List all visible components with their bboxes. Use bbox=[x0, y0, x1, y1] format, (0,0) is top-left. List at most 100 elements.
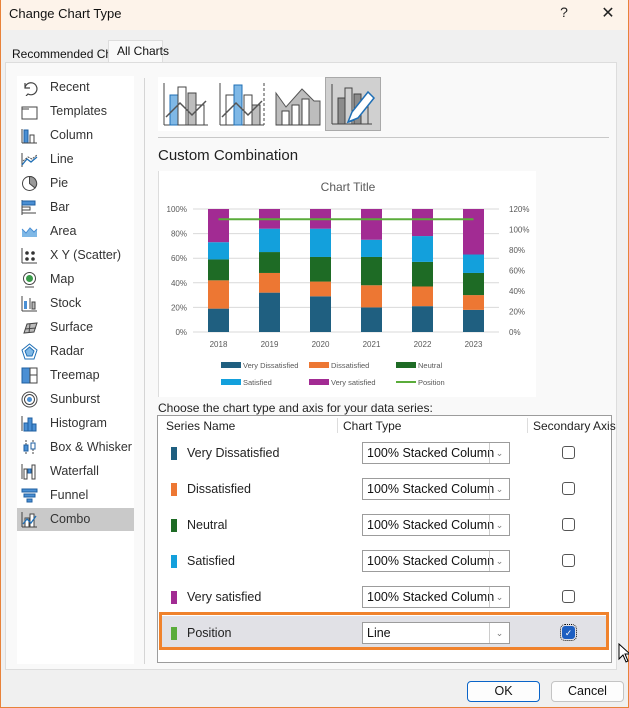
series-row[interactable]: Neutral 100% Stacked Column ⌄ bbox=[160, 508, 608, 542]
chevron-down-icon[interactable]: ⌄ bbox=[489, 587, 509, 607]
sidebar-item-column[interactable]: Column bbox=[17, 124, 134, 147]
sidebar-item-label: Radar bbox=[50, 344, 85, 358]
sidebar-item-treemap[interactable]: Treemap bbox=[17, 364, 134, 387]
x-tick-label: 2021 bbox=[363, 340, 381, 349]
series-row[interactable]: Very satisfied 100% Stacked Column ⌄ bbox=[160, 580, 608, 614]
sidebar-item-funnel[interactable]: Funnel bbox=[17, 484, 134, 507]
help-button[interactable]: ? bbox=[557, 4, 571, 22]
chart-type-dropdown[interactable]: 100% Stacked Column ⌄ bbox=[362, 442, 510, 464]
subtype-custom-combination[interactable] bbox=[325, 77, 381, 131]
subtype-stacked-area-column[interactable] bbox=[270, 77, 326, 131]
sidebar-item-map[interactable]: Map bbox=[17, 268, 134, 291]
secondary-axis-checkbox[interactable] bbox=[562, 518, 575, 531]
sidebar-item-label: Recent bbox=[50, 80, 90, 94]
series-color-swatch bbox=[171, 627, 177, 640]
series-row[interactable]: Satisfied 100% Stacked Column ⌄ bbox=[160, 544, 608, 578]
chart-type-dropdown[interactable]: 100% Stacked Column ⌄ bbox=[362, 586, 510, 608]
sidebar-item-waterfall[interactable]: Waterfall bbox=[17, 460, 134, 483]
bar-segment bbox=[310, 256, 331, 282]
sidebar-item-bar[interactable]: Bar bbox=[17, 196, 134, 219]
ok-button[interactable]: OK bbox=[467, 681, 540, 702]
column-chart-icon bbox=[21, 129, 37, 144]
sidebar-item-stock[interactable]: Stock bbox=[17, 292, 134, 315]
stock-chart-icon bbox=[21, 296, 37, 312]
legend-swatch bbox=[221, 362, 241, 368]
sidebar-item-label: Map bbox=[50, 272, 75, 286]
chart-type-dropdown[interactable]: Line ⌄ bbox=[362, 622, 510, 644]
waterfall-chart-icon bbox=[21, 464, 36, 480]
bar-segment bbox=[259, 228, 280, 253]
secondary-axis-checkbox[interactable] bbox=[562, 446, 575, 459]
subtype-clustered-column-line-secondary[interactable] bbox=[214, 77, 270, 131]
sidebar-item-templates[interactable]: Templates bbox=[17, 100, 134, 123]
y-tick-label: 0% bbox=[175, 328, 187, 337]
section-divider bbox=[158, 137, 609, 138]
sidebar-item-histogram[interactable]: Histogram bbox=[17, 412, 134, 435]
bar-segment bbox=[259, 292, 280, 332]
sidebar-item-line[interactable]: Line bbox=[17, 148, 134, 171]
legend-swatch bbox=[309, 379, 329, 385]
sidebar-item-label: Templates bbox=[50, 104, 107, 118]
sidebar-item-label: Bar bbox=[50, 200, 70, 214]
close-button[interactable]: ✕ bbox=[599, 3, 617, 23]
bar-segment bbox=[361, 239, 382, 257]
surface-chart-icon bbox=[23, 322, 38, 334]
chevron-down-icon[interactable]: ⌄ bbox=[489, 551, 509, 571]
legend-label: Neutral bbox=[418, 361, 443, 370]
sidebar-item-radar[interactable]: Radar bbox=[17, 340, 134, 363]
bar-segment bbox=[361, 285, 382, 308]
chevron-down-icon[interactable]: ⌄ bbox=[489, 515, 509, 535]
chart-svg: Chart Title 0% 20% 40% 60% 80% 100% 0% 20% 40% 60%… bbox=[167, 180, 530, 387]
templates-icon bbox=[21, 106, 38, 120]
change-chart-type-dialog: Change Chart Type ? ✕ Recommended Charts… bbox=[0, 0, 629, 708]
sidebar-item-pie[interactable]: Pie bbox=[17, 172, 134, 195]
legend-label: Dissatisfied bbox=[331, 361, 369, 370]
bar-segment bbox=[463, 209, 484, 255]
legend-swatch bbox=[396, 362, 416, 368]
legend-label: Satisfied bbox=[243, 378, 272, 387]
secondary-axis-checkbox[interactable] bbox=[562, 482, 575, 495]
bar-segment bbox=[208, 242, 229, 260]
bar-segment bbox=[259, 252, 280, 273]
series-table: Series Name Chart Type Secondary Axis Ve… bbox=[157, 415, 616, 663]
sidebar-item-surface[interactable]: Surface bbox=[17, 316, 134, 339]
secondary-axis-checkbox[interactable]: ✓ bbox=[560, 624, 577, 641]
bar-chart-icon bbox=[21, 200, 36, 215]
secondary-axis-checkbox[interactable] bbox=[562, 590, 575, 603]
series-row[interactable]: Very Dissatisfied 100% Stacked Column ⌄ bbox=[160, 436, 608, 470]
header-chart-type: Chart Type bbox=[343, 419, 402, 433]
bar-segment bbox=[463, 254, 484, 273]
y2-tick-label: 40% bbox=[509, 287, 525, 296]
sidebar-item-combo[interactable]: Combo bbox=[17, 508, 134, 531]
bar-segment bbox=[412, 261, 433, 287]
x-tick-label: 2020 bbox=[312, 340, 330, 349]
chart-type-dropdown[interactable]: 100% Stacked Column ⌄ bbox=[362, 478, 510, 500]
sidebar-item-box-whisker[interactable]: Box & Whisker bbox=[17, 436, 134, 459]
series-row[interactable]: Dissatisfied 100% Stacked Column ⌄ bbox=[160, 472, 608, 506]
series-color-swatch bbox=[171, 519, 177, 532]
series-name: Satisfied bbox=[187, 554, 235, 568]
chart-type-dropdown[interactable]: 100% Stacked Column ⌄ bbox=[362, 514, 510, 536]
chevron-down-icon[interactable]: ⌄ bbox=[489, 443, 509, 463]
subtype-clustered-column-line[interactable] bbox=[158, 77, 214, 131]
chevron-down-icon[interactable]: ⌄ bbox=[489, 623, 509, 643]
sidebar-item-label: X Y (Scatter) bbox=[50, 248, 122, 262]
y2-tick-label: 80% bbox=[509, 246, 525, 255]
sidebar-item-area[interactable]: Area bbox=[17, 220, 134, 243]
series-row[interactable]: Position Line ⌄ ✓ bbox=[160, 616, 608, 650]
series-name: Very Dissatisfied bbox=[187, 446, 280, 460]
chevron-down-icon[interactable]: ⌄ bbox=[489, 479, 509, 499]
sidebar-item-x-y-scatter[interactable]: X Y (Scatter) bbox=[17, 244, 134, 267]
y2-tick-label: 120% bbox=[509, 205, 529, 214]
sidebar-item-sunburst[interactable]: Sunburst bbox=[17, 388, 134, 411]
cancel-button[interactable]: Cancel bbox=[551, 681, 624, 702]
bar-segment bbox=[361, 256, 382, 286]
chart-type-dropdown[interactable]: 100% Stacked Column ⌄ bbox=[362, 550, 510, 572]
tab-all-charts[interactable]: All Charts bbox=[108, 40, 169, 63]
header-divider bbox=[527, 418, 528, 433]
secondary-axis-checkbox[interactable] bbox=[562, 554, 575, 567]
sidebar-item-label: Line bbox=[50, 152, 74, 166]
series-color-swatch bbox=[171, 483, 177, 496]
legend-swatch bbox=[309, 362, 329, 368]
sidebar-item-recent[interactable]: Recent bbox=[17, 76, 134, 99]
